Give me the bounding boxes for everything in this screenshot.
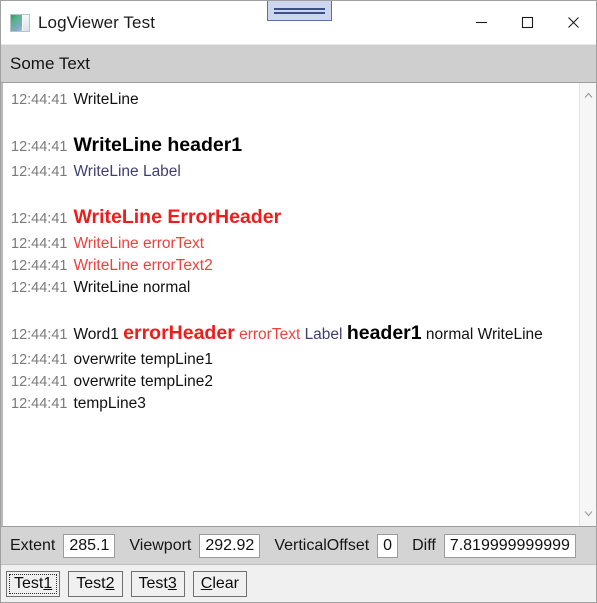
log-line: 12:44:41 WriteLine: [3, 89, 579, 111]
log-line: 12:44:41 WriteLine Label: [3, 161, 579, 183]
log-segment-header: header1: [346, 322, 422, 344]
log-segment-normal: normal WriteLine: [421, 326, 543, 343]
maximize-button[interactable]: [504, 1, 550, 44]
log-line: 12:44:41 WriteLine normal: [3, 277, 579, 299]
log-segment-normal: WriteLine: [73, 91, 139, 108]
close-button[interactable]: [550, 1, 596, 44]
status-label-vertical-offset: VerticalOffset: [274, 536, 370, 554]
log-line: 12:44:41 WriteLine ErrorHeader: [3, 204, 579, 233]
log-timestamp: 12:44:41: [11, 280, 68, 296]
log-segment-normal: tempLine3: [73, 395, 146, 412]
log-segment-errorheader: WriteLine ErrorHeader: [73, 206, 282, 228]
button-access-key: 2: [105, 574, 115, 592]
chevron-down-icon[interactable]: [580, 505, 597, 522]
minimize-button[interactable]: [458, 1, 504, 44]
log-segment-normal: WriteLine normal: [73, 279, 191, 296]
log-segment-label: Label: [304, 326, 343, 343]
chevron-up-icon[interactable]: [580, 87, 597, 104]
test3-button[interactable]: Test 3: [130, 570, 185, 597]
status-field-vertical-offset[interactable]: 0: [377, 533, 399, 558]
log-segment-label: WriteLine Label: [73, 163, 181, 180]
log-line: 12:44:41 overwrite tempLine2: [3, 371, 579, 393]
log-segment-normal: overwrite tempLine2: [73, 373, 214, 390]
log-timestamp: 12:44:41: [11, 327, 68, 343]
log-line: 12:44:41 WriteLine errorText2: [3, 255, 579, 277]
window-title: LogViewer Test: [38, 12, 156, 32]
log-timestamp: 12:44:41: [11, 258, 68, 274]
log-timestamp: 12:44:41: [11, 236, 68, 252]
status-label-extent: Extent: [10, 536, 56, 554]
log-timestamp: 12:44:41: [11, 352, 68, 368]
log-line: 12:44:41 overwrite tempLine1: [3, 349, 579, 371]
log-segment-errortext: WriteLine errorText: [73, 235, 205, 252]
log-segment-header: WriteLine header1: [73, 134, 243, 156]
log-segment-errortext: WriteLine errorText2: [73, 257, 213, 274]
log-segment-normal: overwrite tempLine1: [73, 351, 214, 368]
app-logo-icon: [10, 13, 30, 32]
scrollbar-track[interactable]: [580, 104, 596, 505]
log-line: 12:44:41 Word1 errorHeader errorText Labe…: [3, 320, 579, 349]
button-access-key: 3: [167, 574, 177, 592]
status-bar: Extent 285.1 Viewport 292.92 VerticalOffset 0…: [1, 527, 596, 565]
button-access-key: C: [200, 574, 213, 592]
window-controls: [458, 1, 596, 44]
log-timestamp: 12:44:41: [11, 139, 68, 155]
status-label-diff: Diff: [412, 536, 436, 554]
log-timestamp: 12:44:41: [11, 164, 68, 180]
log-timestamp: 12:44:41: [11, 396, 68, 412]
subheader-bar: Some Text: [1, 45, 596, 83]
clear-button[interactable]: Clear: [192, 570, 247, 597]
title-bar: LogViewer Test: [1, 1, 596, 45]
log-timestamp: 12:44:41: [11, 92, 68, 108]
subheader-label: Some Text: [10, 53, 91, 73]
log-line-list[interactable]: 12:44:41 WriteLine 12:44:41 WriteLine heade…: [1, 83, 579, 526]
button-label-prefix: Test: [138, 574, 168, 592]
action-button-bar: Test 1 Test 2 Test 3 Clear: [1, 565, 596, 602]
status-field-diff[interactable]: 7.819999999999: [443, 533, 576, 558]
test2-button[interactable]: Test 2: [68, 570, 123, 597]
log-timestamp: 12:44:41: [11, 211, 68, 227]
vertical-scrollbar[interactable]: [579, 83, 596, 526]
log-line: 12:44:41 tempLine3: [3, 393, 579, 415]
button-access-key: 1: [43, 574, 53, 592]
logviewer-window: LogViewer Test Some Text 12:44:41 WriteL…: [0, 0, 597, 603]
log-segment-errorheader: errorHeader: [123, 322, 235, 344]
log-timestamp: 12:44:41: [11, 374, 68, 390]
log-segment-errortext: errorText: [239, 326, 301, 343]
log-segment-normal: Word1: [73, 326, 124, 343]
status-field-extent[interactable]: 285.1: [63, 533, 116, 558]
log-line: 12:44:41 WriteLine header1: [3, 132, 579, 161]
test1-button[interactable]: Test 1: [6, 570, 61, 597]
button-label-prefix: Test: [76, 574, 106, 592]
snap-layout-indicator[interactable]: [267, 1, 332, 21]
button-label-prefix: Test: [14, 574, 44, 592]
status-label-viewport: Viewport: [129, 536, 192, 554]
status-field-viewport[interactable]: 292.92: [199, 533, 261, 558]
log-viewer: 12:44:41 WriteLine 12:44:41 WriteLine heade…: [1, 83, 596, 527]
button-label-suffix: lear: [212, 574, 239, 592]
log-line: 12:44:41 WriteLine errorText: [3, 233, 579, 255]
